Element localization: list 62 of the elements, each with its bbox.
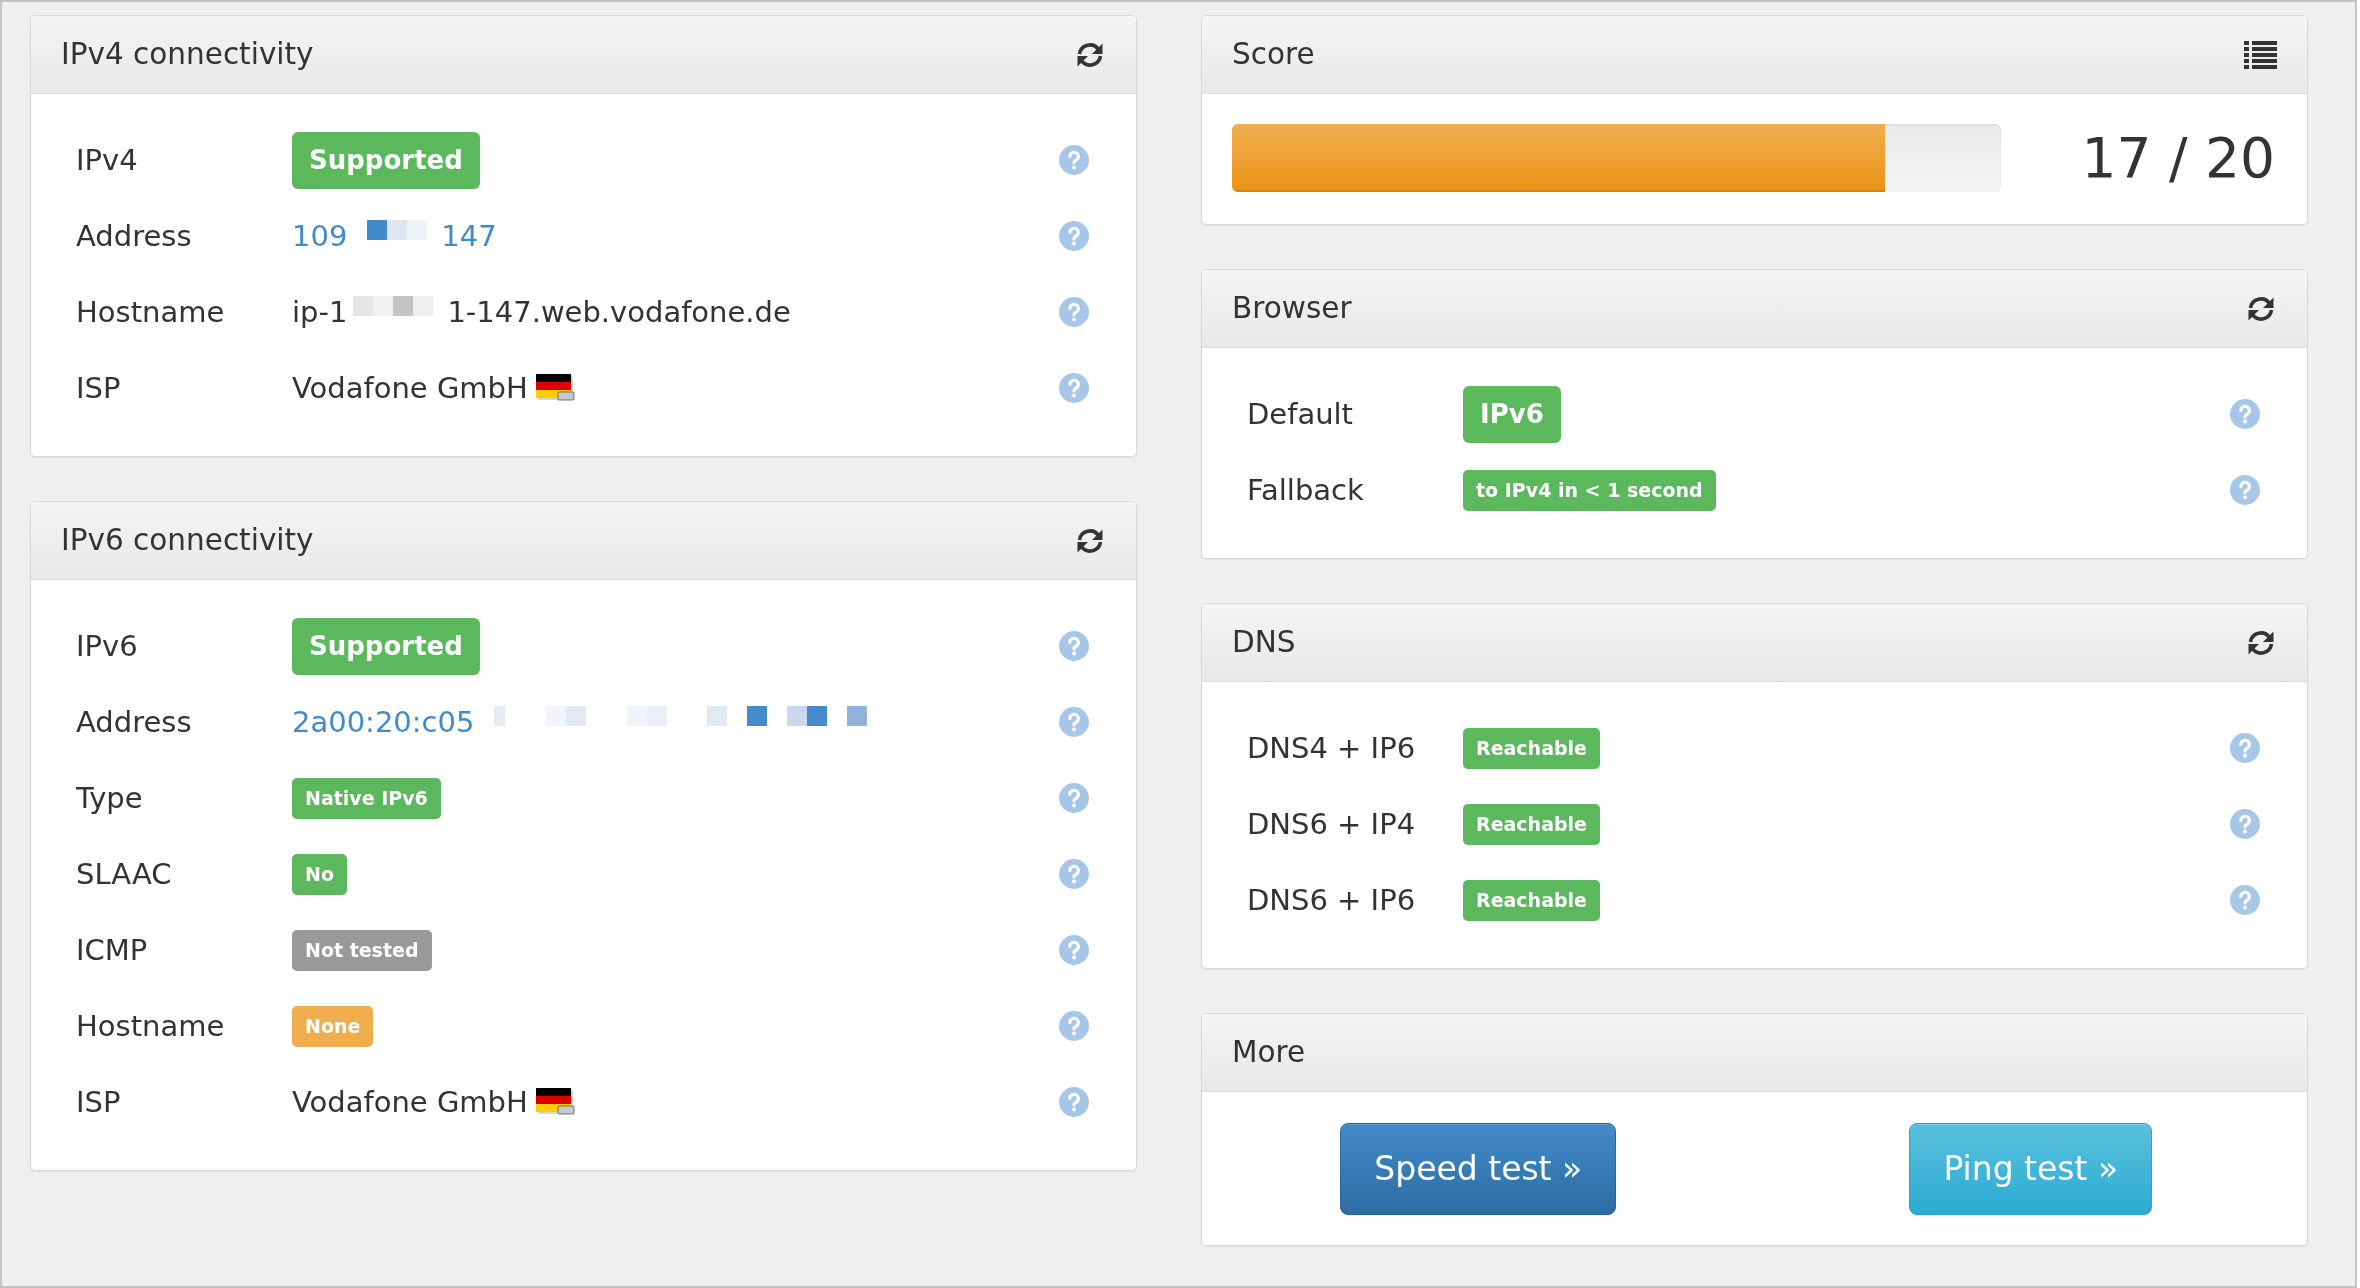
status-badge: Not tested [292,929,432,971]
panel-title: More [1232,1037,1306,1068]
help-icon[interactable] [2230,733,2260,763]
action-button[interactable]: Ping test » [1909,1123,2153,1215]
help-icon[interactable] [1059,221,1089,251]
help-icon[interactable] [1059,707,1089,737]
row-label: ISP [76,1084,122,1120]
help-icon[interactable] [1059,297,1089,327]
status-badge: None [292,1005,374,1047]
row-label: Hostname [76,1008,226,1044]
score-value: 17 / 20 [2080,130,2275,186]
row-label: ICMP [76,932,149,968]
row-label: Address [76,218,193,254]
hostname-text: ip-1 [292,294,348,330]
row-label: DNS4 + IP6 [1247,730,1417,766]
help-icon[interactable] [2230,809,2260,839]
row-label: IPv4 [76,142,139,178]
help-icon[interactable] [1059,631,1089,661]
list-icon[interactable] [2244,39,2277,70]
help-icon[interactable] [1059,1011,1089,1041]
panel-title: Browser [1232,293,1352,324]
status-badge: Supported [292,617,480,675]
panel-title: IPv6 connectivity [61,525,314,556]
status-badge: IPv6 [1463,385,1561,443]
panel-title: IPv4 connectivity [61,39,314,70]
status-badge: Supported [292,131,480,189]
row-label: SLAAC [76,856,173,892]
help-icon[interactable] [2230,475,2260,505]
row-label: DNS6 + IP4 [1247,806,1417,842]
panel-title: DNS [1232,627,1296,658]
status-badge: Native IPv6 [292,777,441,819]
address-link[interactable]: 147 [441,218,497,254]
isp-name: Vodafone GmbH [292,1084,528,1120]
hostname-text: 1-147.web.vodafone.de [447,294,791,330]
status-badge: Reachable [1463,879,1600,921]
row-label: Hostname [76,294,226,330]
panel-title: Score [1232,39,1315,70]
flag-icon [535,374,575,402]
row-label: Fallback [1247,472,1365,508]
action-button[interactable]: Speed test » [1340,1123,1617,1215]
help-icon[interactable] [1059,1087,1089,1117]
help-icon[interactable] [2230,885,2260,915]
status-badge: Reachable [1463,803,1600,845]
address-link[interactable]: 2a00:20:c05 [292,704,475,740]
flag-icon [535,1088,575,1116]
help-icon[interactable] [1059,373,1089,403]
row-label: Type [76,780,144,816]
help-icon[interactable] [1059,935,1089,965]
status-badge: to IPv4 in < 1 second [1463,469,1716,511]
help-icon[interactable] [1059,859,1089,889]
row-label: ISP [76,370,122,406]
address-link[interactable]: 109 [292,218,348,254]
status-badge: No [292,853,347,895]
isp-name: Vodafone GmbH [292,370,528,406]
help-icon[interactable] [2230,399,2260,429]
help-icon[interactable] [1059,145,1089,175]
row-label: DNS6 + IP6 [1247,882,1417,918]
row-label: Address [76,704,193,740]
row-label: IPv6 [76,628,139,664]
help-icon[interactable] [1059,783,1089,813]
status-badge: Reachable [1463,727,1600,769]
row-label: Default [1247,396,1354,432]
